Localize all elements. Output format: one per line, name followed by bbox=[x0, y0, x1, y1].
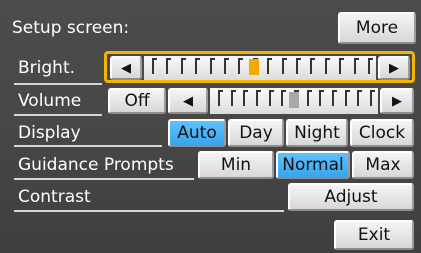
bright-label: Bright. bbox=[18, 58, 76, 78]
more-button[interactable]: More bbox=[338, 12, 416, 44]
volume-slider[interactable] bbox=[210, 88, 378, 114]
slider-tick bbox=[324, 58, 330, 74]
slider-tick bbox=[152, 58, 157, 74]
slider-tick bbox=[209, 58, 215, 74]
slider-tick bbox=[268, 90, 274, 106]
slider-tick bbox=[180, 58, 186, 74]
guidance-underline bbox=[14, 178, 194, 180]
volume-underline bbox=[14, 114, 102, 116]
display-day-button[interactable]: Day bbox=[228, 119, 284, 147]
display-label: Display bbox=[18, 123, 81, 143]
slider-tick bbox=[267, 58, 273, 74]
display-underline bbox=[14, 145, 162, 147]
slider-tick bbox=[195, 58, 201, 74]
volume-slider-thumb[interactable] bbox=[289, 92, 299, 108]
bright-increase-button[interactable]: ▶ bbox=[378, 56, 410, 80]
volume-increase-button[interactable]: ▶ bbox=[380, 88, 414, 114]
display-auto-button[interactable]: Auto bbox=[168, 119, 226, 147]
display-night-button[interactable]: Night bbox=[286, 119, 348, 147]
page-title: Setup screen: bbox=[12, 18, 130, 38]
left-arrow-icon: ◀ bbox=[183, 93, 193, 109]
slider-tick bbox=[281, 58, 287, 74]
slider-tick bbox=[243, 90, 249, 106]
contrast-label: Contrast bbox=[18, 187, 91, 207]
setup-screen: Setup screen: More Bright. ◀ ▶ Volume Of… bbox=[0, 0, 421, 253]
slider-tick bbox=[370, 90, 375, 106]
right-arrow-icon: ▶ bbox=[389, 60, 399, 76]
slider-tick bbox=[344, 90, 350, 106]
guidance-min-button[interactable]: Min bbox=[198, 151, 274, 179]
slider-tick bbox=[218, 90, 223, 106]
slider-tick bbox=[310, 58, 316, 74]
display-clock-button[interactable]: Clock bbox=[350, 119, 414, 147]
exit-button[interactable]: Exit bbox=[334, 220, 414, 250]
left-arrow-icon: ◀ bbox=[121, 60, 131, 76]
contrast-adjust-button[interactable]: Adjust bbox=[288, 183, 414, 211]
slider-tick bbox=[332, 90, 337, 106]
slider-tick bbox=[224, 58, 229, 74]
slider-tick bbox=[238, 58, 244, 74]
slider-tick bbox=[353, 58, 359, 74]
slider-tick bbox=[230, 90, 236, 106]
guidance-prompts-label: Guidance Prompts bbox=[18, 155, 174, 175]
bright-decrease-button[interactable]: ◀ bbox=[110, 56, 142, 80]
slider-tick bbox=[306, 90, 312, 106]
volume-decrease-button[interactable]: ◀ bbox=[168, 88, 208, 114]
slider-tick bbox=[256, 90, 261, 106]
slider-tick bbox=[357, 90, 363, 106]
bright-underline bbox=[14, 83, 102, 85]
contrast-underline bbox=[14, 210, 284, 212]
slider-tick bbox=[281, 90, 287, 106]
slider-tick bbox=[166, 58, 172, 74]
volume-off-button[interactable]: Off bbox=[108, 88, 166, 114]
bright-slider-thumb[interactable] bbox=[248, 59, 259, 75]
bright-slider[interactable] bbox=[144, 56, 376, 80]
slider-tick bbox=[339, 58, 345, 74]
right-arrow-icon: ▶ bbox=[392, 93, 402, 109]
slider-tick bbox=[296, 58, 301, 74]
volume-label: Volume bbox=[18, 91, 82, 111]
slider-tick bbox=[368, 58, 373, 74]
guidance-normal-button[interactable]: Normal bbox=[276, 151, 350, 179]
slider-tick bbox=[319, 90, 325, 106]
guidance-max-button[interactable]: Max bbox=[352, 151, 414, 179]
